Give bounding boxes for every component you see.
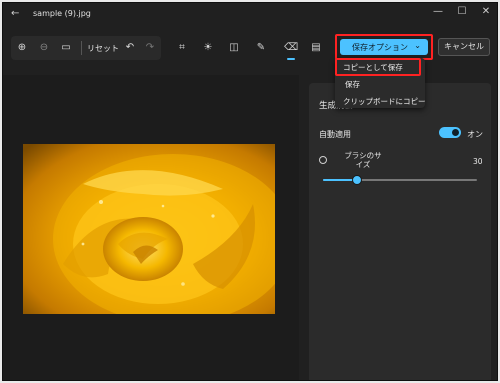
save-options-button[interactable]: 保存オプション ⌄ xyxy=(340,39,428,55)
brush-size-label: ブラシのサイズ xyxy=(344,151,382,169)
adjust-icon[interactable]: ☀ xyxy=(201,41,215,55)
back-arrow-icon[interactable]: ← xyxy=(11,8,19,19)
markup-icon[interactable]: ✎ xyxy=(254,41,268,55)
window-title: sample (9).jpg xyxy=(33,9,91,18)
rose-photo xyxy=(23,144,275,314)
auto-apply-label: 自動適用 xyxy=(319,130,351,139)
fit-to-window-icon[interactable]: ▭ xyxy=(59,41,73,55)
menu-item-copy-to-clipboard[interactable]: クリップボードにコピー xyxy=(343,96,426,107)
save-options-highlight: 保存オプション ⌄ xyxy=(335,34,433,60)
filter-icon[interactable]: ◫ xyxy=(227,41,241,55)
brush-size-value: 30 xyxy=(473,157,483,166)
zoom-in-icon[interactable]: ⊕ xyxy=(15,41,29,55)
reset-button[interactable]: リセット xyxy=(87,43,119,54)
title-bar: ← sample (9).jpg — ☐ ✕ xyxy=(3,3,497,27)
erase-icon[interactable]: ⌫ xyxy=(284,41,298,55)
image-canvas xyxy=(3,75,299,380)
maximize-icon[interactable]: ☐ xyxy=(453,6,471,17)
redo-icon[interactable]: ↷ xyxy=(143,41,157,55)
active-tool-indicator xyxy=(287,58,295,60)
save-options-menu: コピーとして保存 保存 クリップボードにコピー xyxy=(335,58,426,108)
undo-icon[interactable]: ↶ xyxy=(123,41,137,55)
menu-item-save[interactable]: 保存 xyxy=(345,79,360,90)
chevron-down-icon: ⌄ xyxy=(414,41,421,50)
generative-erase-panel: 生成消去 自動適用 オン ブラシのサイズ 30 xyxy=(309,83,491,380)
zoom-out-icon[interactable]: ⊖ xyxy=(37,41,51,55)
cancel-button[interactable]: キャンセル xyxy=(438,38,490,56)
brush-size-slider-thumb[interactable] xyxy=(352,175,362,185)
auto-apply-toggle[interactable] xyxy=(439,127,461,138)
toggle-state-label: オン xyxy=(467,130,483,139)
brush-size-icon xyxy=(319,156,327,164)
close-icon[interactable]: ✕ xyxy=(477,6,495,17)
more-tools-icon[interactable]: ▤ xyxy=(309,41,323,55)
crop-icon[interactable]: ⌗ xyxy=(175,41,189,55)
save-options-label: 保存オプション xyxy=(352,43,408,52)
minimize-icon[interactable]: — xyxy=(429,6,447,17)
photos-app-window: ← sample (9).jpg — ☐ ✕ ⊕ ⊖ ▭ リセット ↶ ↷ ⌗ … xyxy=(2,2,498,381)
menu-item-save-as-copy[interactable]: コピーとして保存 xyxy=(343,62,403,73)
toggle-knob xyxy=(452,129,459,136)
toolbar-divider xyxy=(81,41,82,55)
view-toolbar: ⊕ ⊖ ▭ リセット ↶ ↷ xyxy=(11,36,161,60)
